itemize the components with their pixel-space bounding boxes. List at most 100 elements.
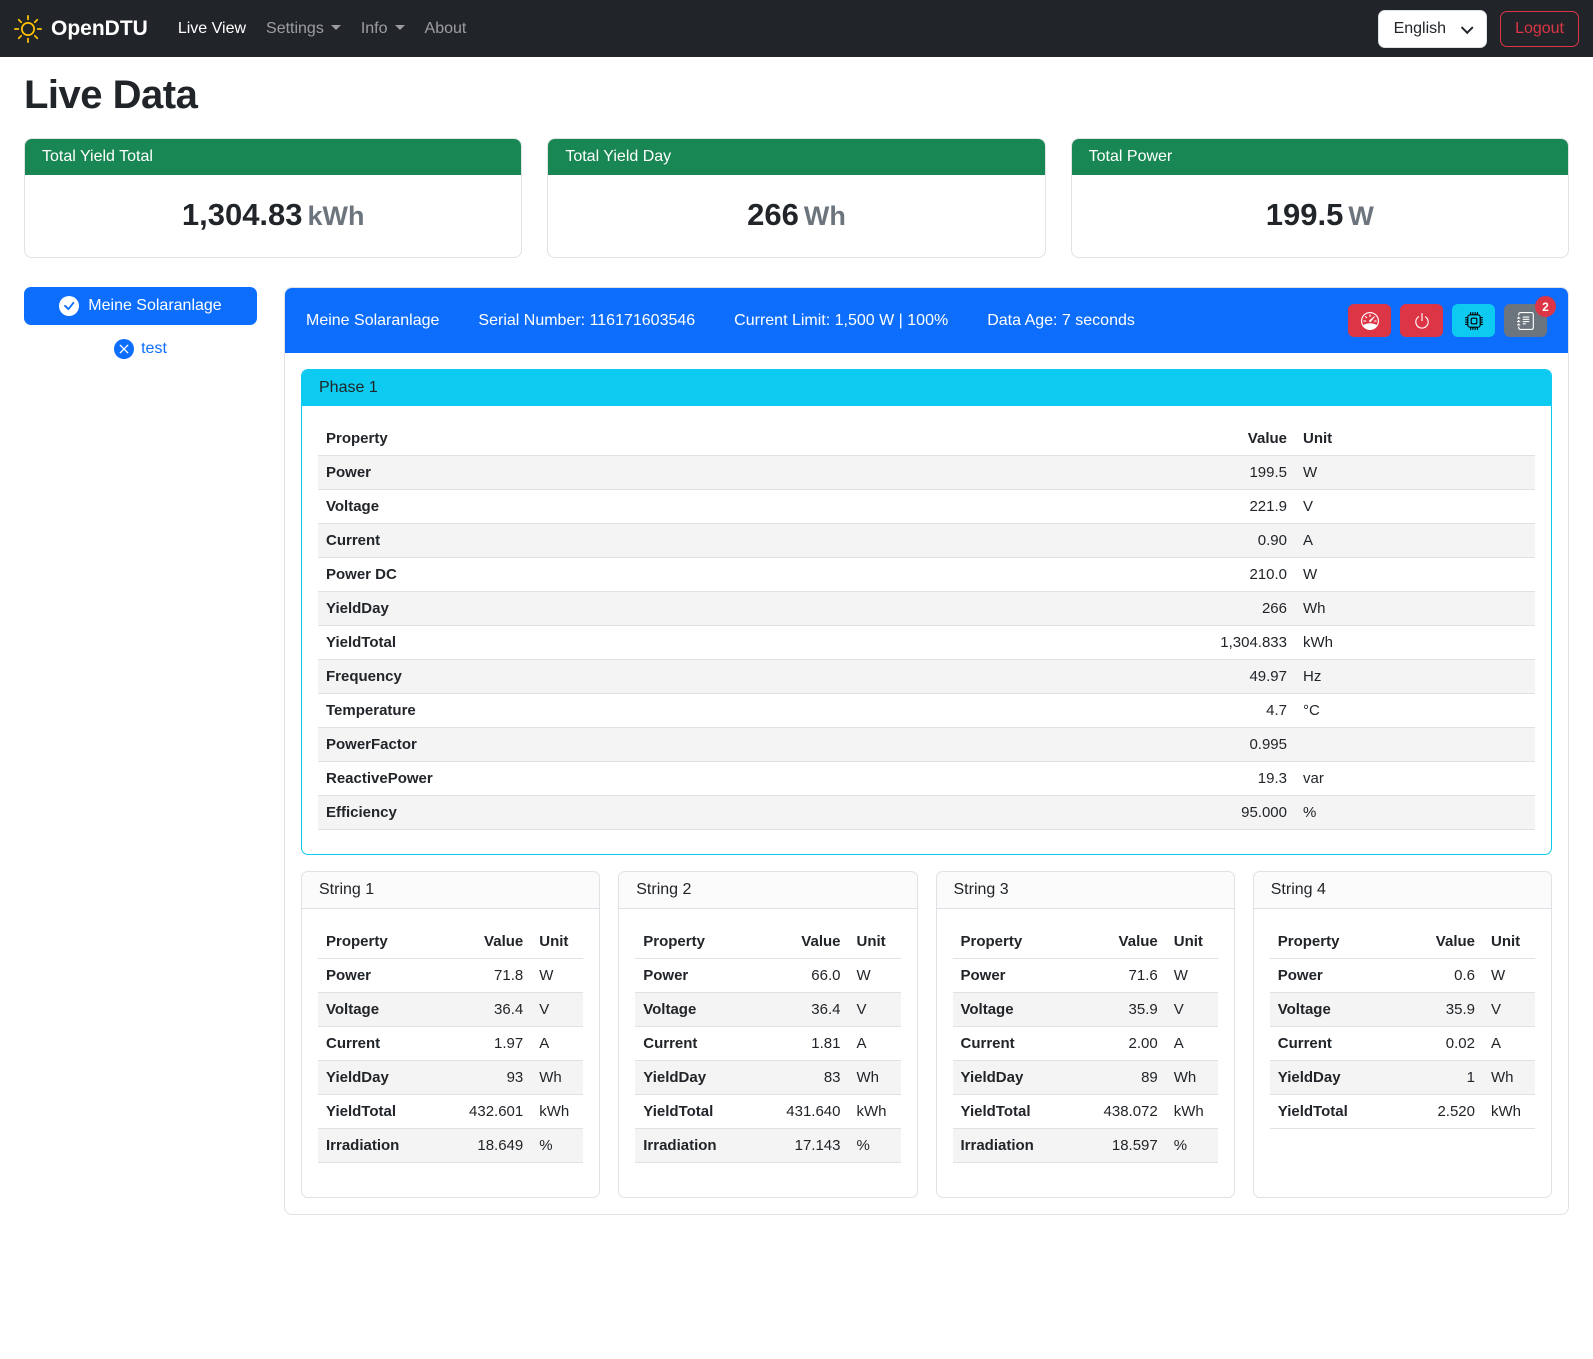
unit-cell: var — [1295, 762, 1535, 796]
table-row: Temperature4.7°C — [318, 694, 1535, 728]
inverter-data-age: Data Age: 7 seconds — [987, 312, 1135, 330]
power-toggle-button[interactable] — [1400, 304, 1443, 337]
table-row: Current1.81A — [635, 1027, 900, 1061]
nav-item-info[interactable]: Info — [353, 12, 413, 46]
string-card: String 3 PropertyValueUnitPower71.6WVolt… — [936, 871, 1235, 1198]
nav-item-settings[interactable]: Settings — [258, 12, 349, 46]
value-cell: 18.597 — [1072, 1129, 1166, 1163]
table-row: YieldTotal432.601kWh — [318, 1095, 583, 1129]
unit-cell: kWh — [531, 1095, 583, 1129]
inverter-item-test[interactable]: test — [24, 339, 257, 359]
card-header: Total Yield Total — [25, 139, 521, 175]
table-row: Power DC210.0W — [318, 558, 1535, 592]
property-cell: Current — [1270, 1027, 1400, 1061]
inverter-sidebar: Meine Solaranlage test — [24, 287, 257, 359]
value-cell: 221.9 — [902, 490, 1295, 524]
unit-cell: A — [1483, 1027, 1535, 1061]
nav-item-about[interactable]: About — [417, 12, 475, 46]
value-cell: 71.8 — [437, 959, 531, 993]
column-header-value: Value — [902, 422, 1295, 456]
brand[interactable]: OpenDTU — [14, 15, 148, 43]
value-cell: 0.90 — [902, 524, 1295, 558]
table-row: Power71.8W — [318, 959, 583, 993]
value-cell: 438.072 — [1072, 1095, 1166, 1129]
table-row: YieldDay89Wh — [953, 1061, 1218, 1095]
string-card-header: String 4 — [1254, 872, 1551, 909]
value-cell: 17.143 — [755, 1129, 849, 1163]
property-cell: YieldDay — [635, 1061, 754, 1095]
property-cell: Power — [318, 456, 902, 490]
table-header-row: PropertyValueUnit — [953, 925, 1218, 959]
table-row: YieldTotal2.520kWh — [1270, 1095, 1535, 1129]
value-cell: 66.0 — [755, 959, 849, 993]
card-value: 199.5W — [1072, 175, 1568, 257]
card-total-power: Total Power 199.5W — [1071, 138, 1569, 258]
unit-cell: % — [1295, 796, 1535, 830]
string-table: PropertyValueUnitPower71.8WVoltage36.4VC… — [318, 925, 583, 1163]
inverter-name: Meine Solaranlage — [306, 312, 439, 330]
card-total-yield-total: Total Yield Total 1,304.83kWh — [24, 138, 522, 258]
unit-cell — [1295, 728, 1535, 762]
value-cell: 1 — [1400, 1061, 1483, 1095]
value-cell: 4.7 — [902, 694, 1295, 728]
inverter-serial: Serial Number: 116171603546 — [478, 312, 695, 330]
inverter-limit: Current Limit: 1,500 W | 100% — [734, 312, 948, 330]
string-card-header: String 2 — [619, 872, 916, 909]
unit-cell: A — [1295, 524, 1535, 558]
chevron-down-icon — [1461, 21, 1474, 34]
strings-row: String 1 PropertyValueUnitPower71.8WVolt… — [301, 871, 1552, 1198]
property-cell: Voltage — [318, 490, 902, 524]
unit-text: W — [1348, 201, 1373, 231]
string-table: PropertyValueUnitPower71.6WVoltage35.9VC… — [953, 925, 1218, 1163]
logout-button[interactable]: Logout — [1500, 11, 1579, 47]
inverter-select-button[interactable]: Meine Solaranlage — [24, 287, 257, 325]
property-cell: Voltage — [953, 993, 1072, 1027]
property-cell: Current — [635, 1027, 754, 1061]
property-cell: Power — [635, 959, 754, 993]
value-cell: 49.97 — [902, 660, 1295, 694]
property-cell: YieldTotal — [1270, 1095, 1400, 1129]
power-icon — [1413, 312, 1431, 330]
value-cell: 0.995 — [902, 728, 1295, 762]
navbar: OpenDTU Live View Settings Info About En… — [0, 0, 1593, 57]
property-cell: YieldDay — [318, 592, 902, 626]
card-header: Total Power — [1072, 139, 1568, 175]
property-cell: PowerFactor — [318, 728, 902, 762]
inverter-action-buttons: 2 — [1348, 304, 1547, 337]
table-row: YieldTotal1,304.833kWh — [318, 626, 1535, 660]
inverter-select-label: Meine Solaranlage — [88, 297, 221, 315]
unit-cell: V — [1295, 490, 1535, 524]
table-row: Current0.02A — [1270, 1027, 1535, 1061]
event-log-button[interactable]: 2 — [1504, 304, 1547, 337]
device-info-button[interactable] — [1452, 304, 1495, 337]
property-cell: Current — [318, 1027, 437, 1061]
table-row: YieldDay83Wh — [635, 1061, 900, 1095]
phase-panel-header: Phase 1 — [302, 370, 1551, 406]
journal-list-icon — [1517, 312, 1535, 330]
limit-settings-button[interactable] — [1348, 304, 1391, 337]
value-cell: 210.0 — [902, 558, 1295, 592]
unit-cell: A — [531, 1027, 583, 1061]
string-card: String 2 PropertyValueUnitPower66.0WVolt… — [618, 871, 917, 1198]
column-header-property: Property — [318, 422, 902, 456]
value-cell: 1,304.833 — [902, 626, 1295, 660]
unit-cell: W — [849, 959, 901, 993]
table-header-row: PropertyValueUnit — [1270, 925, 1535, 959]
property-cell: Power — [953, 959, 1072, 993]
card-total-yield-day: Total Yield Day 266Wh — [547, 138, 1045, 258]
unit-cell: A — [849, 1027, 901, 1061]
column-header-property: Property — [318, 925, 437, 959]
table-row: Frequency49.97Hz — [318, 660, 1535, 694]
string-card-body: PropertyValueUnitPower71.6WVoltage35.9VC… — [937, 909, 1234, 1197]
value-cell: 432.601 — [437, 1095, 531, 1129]
value-text: 199.5 — [1266, 197, 1344, 232]
string-card-header: String 3 — [937, 872, 1234, 909]
nav-item-live-view[interactable]: Live View — [170, 12, 254, 46]
column-header-value: Value — [1072, 925, 1166, 959]
main-row: Meine Solaranlage test Meine Solaranlage… — [24, 287, 1569, 1215]
unit-text: kWh — [308, 201, 365, 231]
language-select[interactable]: English — [1378, 10, 1487, 48]
x-circle-icon — [114, 339, 134, 359]
unit-cell: V — [1166, 993, 1218, 1027]
unit-cell: W — [531, 959, 583, 993]
